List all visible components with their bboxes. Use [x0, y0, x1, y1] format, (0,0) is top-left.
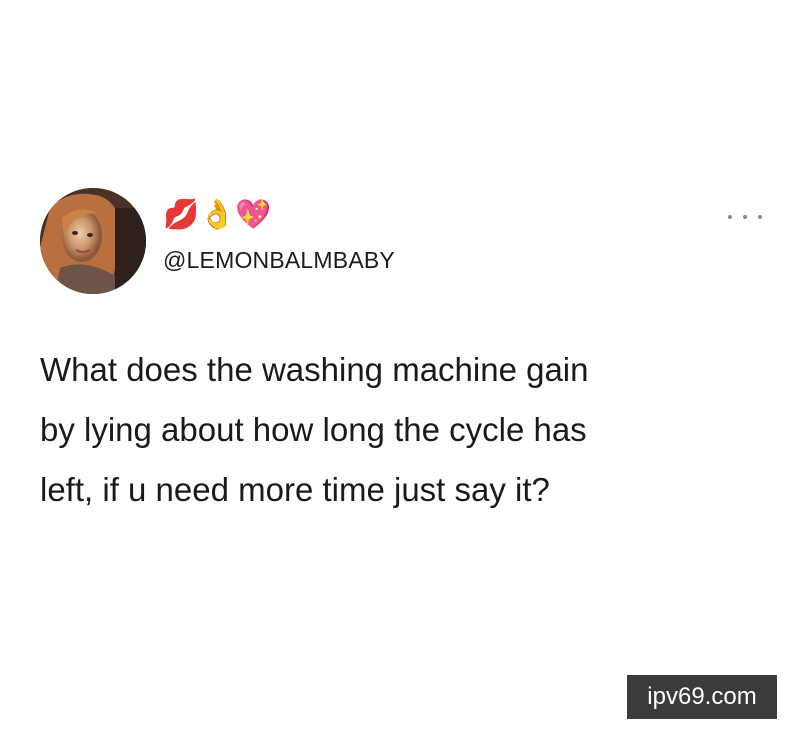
ellipsis-icon: [743, 215, 747, 219]
display-name-emoji: 💋👌💖: [163, 197, 272, 231]
more-options-button[interactable]: [728, 212, 762, 222]
display-name[interactable]: 💋👌💖: [163, 196, 271, 232]
tweet-card: 💋👌💖 @LEMONBALMBABY What does the washing…: [0, 0, 800, 742]
user-handle[interactable]: @LEMONBALMBABY: [163, 245, 395, 275]
watermark: ipv69.com: [627, 675, 777, 719]
ellipsis-icon: [758, 215, 762, 219]
tweet-text: What does the washing machine gain by ly…: [40, 351, 589, 508]
avatar-photo: [40, 188, 146, 294]
ellipsis-icon: [728, 215, 732, 219]
avatar[interactable]: [40, 188, 146, 294]
